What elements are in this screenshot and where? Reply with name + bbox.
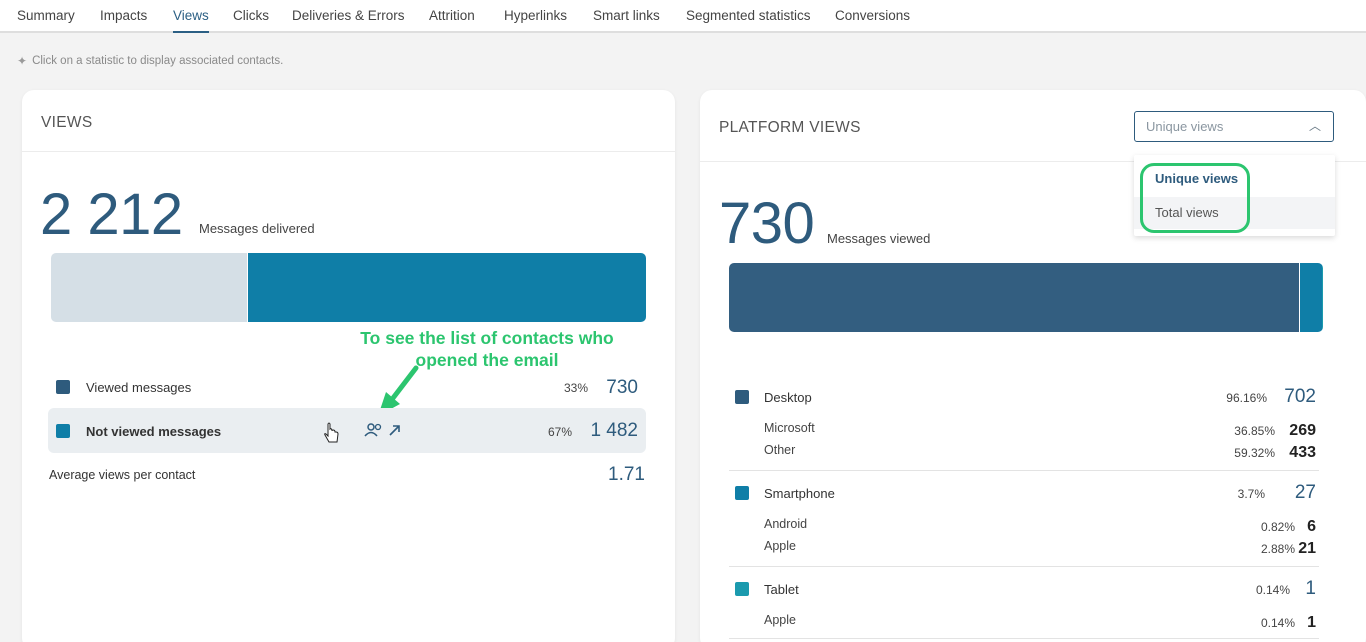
- views-bar-viewed-segment[interactable]: [51, 253, 248, 322]
- not-viewed-messages-pct[interactable]: 67%: [524, 425, 572, 439]
- tablet-value[interactable]: 1: [1266, 578, 1316, 600]
- smartphone-sub-label-apple[interactable]: Apple: [764, 539, 796, 553]
- smartphone-value[interactable]: 27: [1266, 482, 1316, 504]
- messages-delivered-total[interactable]: 2 212: [40, 186, 183, 244]
- tab-clicks[interactable]: Clicks: [233, 0, 269, 31]
- tablet-label[interactable]: Tablet: [764, 582, 799, 597]
- tab-segmented-statistics[interactable]: Segmented statistics: [686, 0, 811, 31]
- views-card-title: VIEWS: [41, 114, 93, 131]
- desktop-label[interactable]: Desktop: [764, 390, 812, 405]
- messages-viewed-total[interactable]: 730: [719, 195, 815, 253]
- smartphone-label[interactable]: Smartphone: [764, 486, 835, 501]
- viewed-legend-swatch: [56, 380, 70, 394]
- desktop-sub-label-other[interactable]: Other: [764, 443, 795, 457]
- tab-smart-links[interactable]: Smart links: [593, 0, 660, 31]
- tab-views[interactable]: Views: [173, 0, 209, 33]
- platform-bar-desktop-segment[interactable]: [729, 263, 1300, 332]
- contacts-icon[interactable]: [364, 422, 404, 440]
- sparkle-icon: ✦: [17, 54, 28, 68]
- platform-bar[interactable]: [729, 263, 1323, 332]
- hand-cursor-icon: [324, 422, 339, 443]
- dropdown-value: Unique views: [1146, 119, 1224, 134]
- tab-conversions[interactable]: Conversions: [835, 0, 910, 31]
- platform-bar-smartphone-segment[interactable]: [1299, 263, 1323, 332]
- smartphone-sub-value-apple[interactable]: 21: [1276, 540, 1316, 558]
- tab-deliveries-errors[interactable]: Deliveries & Errors: [292, 0, 405, 31]
- tab-summary[interactable]: Summary: [17, 0, 75, 31]
- desktop-sub-label-microsoft[interactable]: Microsoft: [764, 421, 815, 435]
- desktop-sub-value-microsoft[interactable]: 269: [1276, 422, 1316, 440]
- hint-text: Click on a statistic to display associat…: [32, 55, 284, 67]
- average-views-label: Average views per contact: [49, 468, 196, 482]
- platform-views-title: PLATFORM VIEWS: [719, 119, 861, 136]
- viewed-messages-label[interactable]: Viewed messages: [86, 380, 191, 395]
- average-views-value: 1.71: [608, 464, 645, 485]
- desktop-swatch: [735, 390, 749, 404]
- platform-bar-tablet-segment[interactable]: [1322, 263, 1323, 332]
- chevron-up-icon: ︿: [1308, 119, 1321, 133]
- messages-delivered-label: Messages delivered: [199, 221, 315, 236]
- group-divider: [729, 470, 1319, 471]
- desktop-value[interactable]: 702: [1266, 386, 1316, 408]
- group-divider: [729, 566, 1319, 567]
- smartphone-pct[interactable]: 3.7%: [1200, 487, 1265, 501]
- desktop-pct[interactable]: 96.16%: [1200, 391, 1267, 405]
- views-bar[interactable]: [51, 253, 646, 322]
- messages-viewed-label: Messages viewed: [827, 231, 931, 246]
- views-bar-not-viewed-segment[interactable]: [247, 253, 646, 322]
- group-divider: [729, 638, 1319, 639]
- views-type-dropdown[interactable]: Unique views ︿: [1134, 111, 1334, 142]
- tablet-swatch: [735, 582, 749, 596]
- smartphone-sub-label-android[interactable]: Android: [764, 517, 807, 531]
- tab-attrition[interactable]: Attrition: [429, 0, 475, 31]
- not-viewed-messages-label[interactable]: Not viewed messages: [86, 424, 221, 439]
- hint: ✦ Click on a statistic to display associ…: [17, 54, 283, 68]
- smartphone-swatch: [735, 486, 749, 500]
- tablet-sub-label-apple[interactable]: Apple: [764, 613, 796, 627]
- views-card-divider: [22, 151, 675, 152]
- highlight-ring: [1140, 163, 1250, 233]
- tab-bar: Summary Impacts Views Clicks Deliveries …: [0, 0, 1366, 33]
- smartphone-sub-value-android[interactable]: 6: [1276, 518, 1316, 536]
- desktop-sub-pct-other[interactable]: 59.32%: [1210, 446, 1275, 460]
- tab-hyperlinks[interactable]: Hyperlinks: [504, 0, 567, 31]
- viewed-messages-value[interactable]: 730: [580, 377, 638, 399]
- tab-impacts[interactable]: Impacts: [100, 0, 147, 31]
- desktop-sub-value-other[interactable]: 433: [1276, 444, 1316, 462]
- desktop-sub-pct-microsoft[interactable]: 36.85%: [1210, 424, 1275, 438]
- not-viewed-messages-value[interactable]: 1 482: [572, 420, 638, 442]
- not-viewed-legend-swatch: [56, 424, 70, 438]
- tablet-sub-value-apple[interactable]: 1: [1276, 614, 1316, 632]
